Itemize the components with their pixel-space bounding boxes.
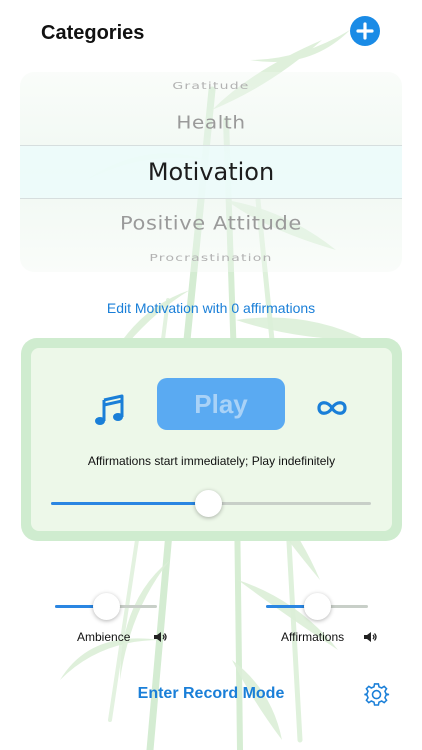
delay-slider[interactable] [51,489,371,519]
category-picker[interactable]: Gratitude Health Motivation Positive Att… [20,72,402,272]
speaker-icon [154,632,167,642]
affirmations-volume-slider[interactable] [266,592,368,622]
speaker-icon [364,632,377,642]
play-button-label: Play [194,388,248,419]
infinity-icon[interactable] [314,396,350,420]
add-category-button[interactable] [350,16,380,46]
record-mode-button[interactable]: Enter Record Mode [0,685,422,703]
player-panel-inner: Play Affirmations start immediately; Pla… [31,348,392,531]
edit-category-link[interactable]: Edit Motivation with 0 affirmations [0,300,422,316]
slider-thumb[interactable] [195,490,222,517]
gear-icon[interactable] [364,682,390,708]
picker-item[interactable]: Procrastination [20,252,402,264]
picker-item[interactable]: Positive Attitude [20,212,402,234]
plus-circle-icon [356,22,374,40]
play-button[interactable]: Play [157,378,285,430]
slider-thumb[interactable] [93,593,120,620]
affirmations-label: Affirmations [281,630,345,644]
picker-item[interactable]: Health [20,111,402,133]
ambience-volume-slider[interactable] [55,592,157,622]
player-panel: Play Affirmations start immediately; Pla… [21,338,402,541]
slider-fill [51,502,208,505]
picker-item-selected[interactable]: Motivation [20,158,402,186]
picker-item[interactable]: Gratitude [20,80,402,92]
page-title: Categories [41,22,145,44]
music-note-icon[interactable] [93,393,127,427]
ambience-label: Ambience [77,630,131,644]
playback-description: Affirmations start immediately; Play ind… [87,454,336,468]
slider-thumb[interactable] [304,593,331,620]
header-bar: Categories [0,0,422,64]
